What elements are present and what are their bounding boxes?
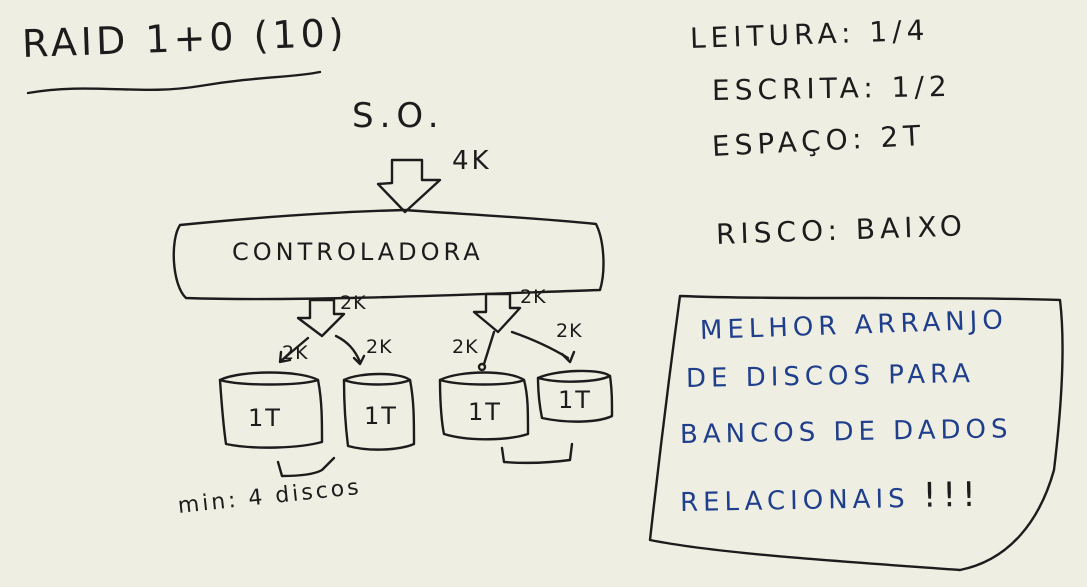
disk-4-label: 1T (558, 386, 592, 414)
disk-2-label: 1T (364, 402, 398, 430)
note-line-4: RELACIONAIS !!! (680, 475, 982, 520)
note-line-3: BANCOS DE DADOS (679, 414, 1013, 450)
stat-escrita: ESCRITA: 1/2 (711, 69, 952, 107)
stripe-line-2 (334, 334, 362, 364)
os-arrow (376, 158, 442, 214)
disk-1-top (218, 371, 320, 386)
stripe-line-3 (482, 330, 496, 366)
pair-bracket-left (276, 456, 336, 478)
stripe-end-3 (477, 362, 487, 372)
whiteboard: RAID 1+0 (10) S.O. 4K CONTROLADORA 2K 2K… (0, 0, 1087, 583)
mirror-split-label-left: 2K (340, 292, 367, 314)
stripe-label-1: 2K (282, 342, 309, 364)
disk-4-top (536, 369, 612, 383)
disk-2-top (342, 372, 412, 386)
stripe-label-2: 2K (366, 336, 393, 358)
stripe-label-3: 2K (452, 336, 479, 358)
stripe-label-4: 2K (556, 320, 583, 342)
disk-3-label: 1T (468, 398, 502, 426)
title-underline (26, 70, 322, 95)
controller-label: CONTROLADORA (232, 238, 484, 266)
note-line-2: DE DISCOS PARA (685, 358, 976, 394)
note-line-4-text: RELACIONAIS (679, 483, 910, 518)
mirror-split-label-right: 2K (520, 286, 547, 308)
note-emphasis: !!! (922, 474, 983, 516)
right-split-arrow (472, 292, 522, 334)
pair-bracket-right (500, 442, 574, 465)
left-split-arrow (296, 298, 346, 338)
disk-1-label: 1T (248, 404, 282, 432)
disk-3-top (438, 371, 526, 386)
io-size-label: 4K (452, 146, 492, 176)
os-label: S.O. (352, 96, 445, 136)
